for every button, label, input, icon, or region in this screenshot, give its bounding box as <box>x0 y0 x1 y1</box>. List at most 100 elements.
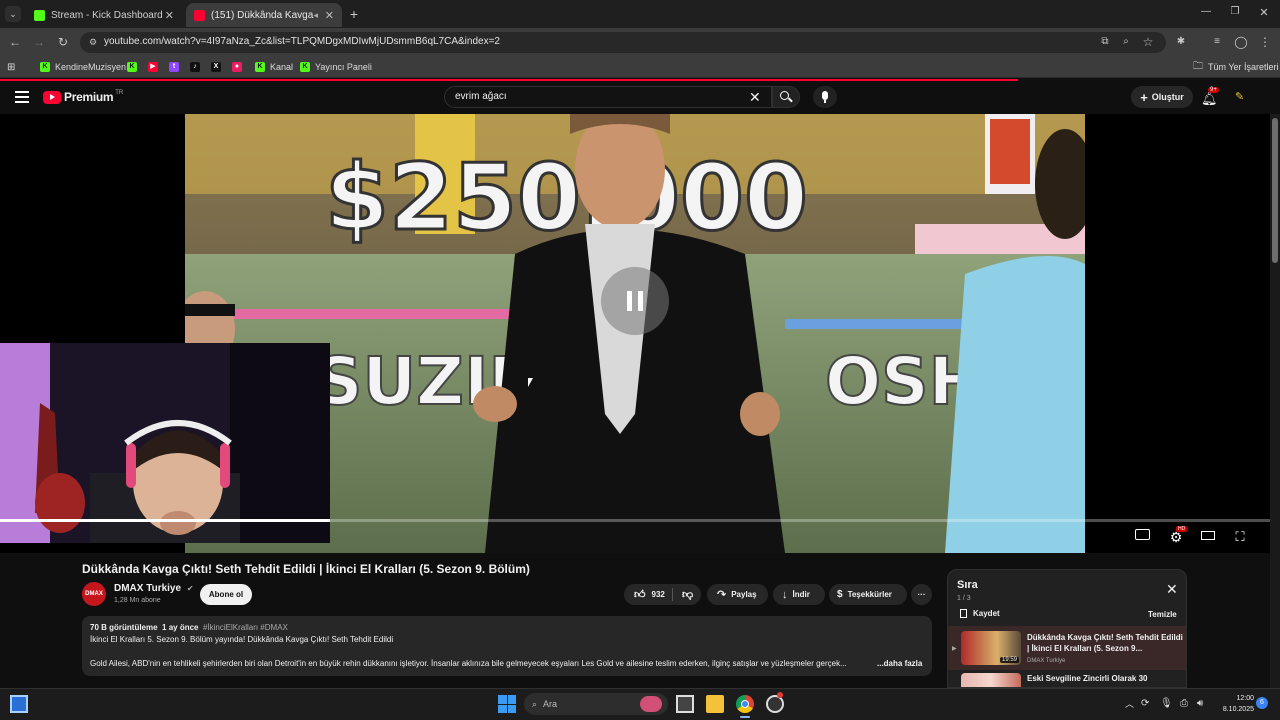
avatar[interactable]: ✎ <box>1235 90 1251 106</box>
bookmark-yayinci-paneli[interactable]: K Yayıncı Paneli <box>300 59 372 75</box>
thumbs-down-icon[interactable]: 👎︎ <box>682 588 693 601</box>
youtube-icon: ▶ <box>148 62 158 72</box>
menu-icon[interactable]: ⋮ <box>1257 34 1273 50</box>
tab-kick-dashboard[interactable]: Stream - Kick Dashboard ✕ <box>26 3 182 27</box>
site-info-icon[interactable]: ⚙ <box>85 34 101 50</box>
thanks-button[interactable]: $ Teşekkürler <box>829 584 907 605</box>
share-icon: ↷ <box>717 589 727 601</box>
tray-overflow-icon[interactable]: ︿ <box>1125 697 1134 710</box>
clear-search-icon[interactable]: ✕ <box>749 89 761 106</box>
clock[interactable]: 12:00 8.10.2025 <box>1214 693 1254 715</box>
bookmark-star-icon[interactable]: ☆ <box>1140 34 1156 50</box>
queue-item[interactable]: Eski Sevgiline Zincirli Olarak 30 <box>961 673 1185 687</box>
maximize-icon[interactable]: ❐ <box>1227 6 1243 22</box>
start-icon[interactable] <box>498 695 516 713</box>
bookmark-icon <box>960 609 967 618</box>
close-window-icon[interactable]: ✕ <box>1256 6 1272 22</box>
task-view-icon[interactable] <box>676 695 694 713</box>
subtitles-icon[interactable] <box>1133 529 1151 545</box>
zoom-icon[interactable]: ⌕ <box>1118 34 1134 50</box>
mute-icon[interactable]: ◂ <box>313 10 318 21</box>
forward-icon[interactable]: → <box>31 34 47 50</box>
notifications-button[interactable]: 🔔︎ 9+ <box>1201 87 1219 106</box>
all-bookmarks[interactable]: 🗀 Tüm Yer İşaretleri <box>1193 59 1279 75</box>
like-button[interactable]: 👍︎ 932 👎︎ <box>624 584 701 605</box>
subscribe-button[interactable]: Abone ol <box>200 584 252 605</box>
plus-icon: + <box>1140 89 1148 105</box>
more-actions-button[interactable]: ··· <box>911 584 932 605</box>
theater-mode-icon[interactable] <box>1199 529 1217 545</box>
download-button[interactable]: ↓ İndir <box>773 584 825 605</box>
taskbar-search[interactable]: ⌕ Ara <box>524 693 668 715</box>
kick-icon: K <box>255 62 265 72</box>
bookmark-kendinemuzisyen[interactable]: K KendineMuzisyen <box>40 59 126 75</box>
clear-queue-button[interactable]: Temizle <box>1148 610 1177 619</box>
media-icon[interactable]: ≡ <box>1209 34 1225 50</box>
file-explorer-icon[interactable] <box>706 695 724 713</box>
search-icon: ⌕ <box>532 698 538 709</box>
scrollbar-thumb[interactable] <box>1272 118 1278 263</box>
extensions-icon[interactable]: ✱ <box>1173 34 1189 50</box>
apps-icon[interactable]: ⊞ <box>7 59 15 75</box>
browser-tab-bar: ⌄ Stream - Kick Dashboard ✕ (151) Dükkân… <box>0 0 1280 28</box>
webcam-overlay <box>0 343 330 543</box>
tiktok-icon: ♪ <box>190 62 200 72</box>
bookmark-kick[interactable]: K <box>127 59 142 75</box>
pause-button[interactable] <box>601 267 669 335</box>
share-button[interactable]: ↷ Paylaş <box>707 584 768 605</box>
bookmark-tiktok[interactable]: ♪ <box>190 59 205 75</box>
app-icon: ● <box>232 62 242 72</box>
new-tab-button[interactable]: + <box>346 6 362 22</box>
install-icon[interactable]: ⧉ <box>1097 34 1113 50</box>
queue-item[interactable]: 19:59 Dükkânda Kavga Çıktı! Seth Tehdit … <box>961 631 1185 665</box>
tray-icon-2[interactable]: 🎙︎ <box>1160 698 1173 709</box>
tray-icon-1[interactable]: ⟳ <box>1141 698 1149 709</box>
bookmark-other[interactable]: ● <box>232 59 247 75</box>
youtube-logo[interactable]: Premium TR <box>43 90 123 104</box>
voice-search-button[interactable] <box>813 86 837 108</box>
chrome-active-indicator <box>740 716 750 718</box>
create-button[interactable]: + Oluştur <box>1131 86 1193 108</box>
channel-avatar[interactable]: DMAX <box>82 582 106 606</box>
chrome-icon[interactable] <box>736 695 754 713</box>
search-button[interactable] <box>772 86 800 108</box>
volume-icon[interactable]: 🔊︎ <box>1197 698 1203 709</box>
queue-position: 1 / 3 <box>957 595 971 602</box>
fullscreen-icon[interactable]: ⛶ <box>1231 529 1249 545</box>
queue-item-title: Dükkânda Kavga Çıktı! Seth Tehdit Edildi… <box>1027 633 1183 653</box>
show-more-link[interactable]: ...daha fazla <box>874 659 923 668</box>
bookmark-kanal[interactable]: K Kanal <box>255 59 293 75</box>
pause-icon <box>627 291 632 311</box>
bookmark-twitch[interactable]: t <box>169 59 184 75</box>
microphone-icon <box>822 91 828 100</box>
bookmark-x[interactable]: X <box>211 59 226 75</box>
now-playing-icon: ▶ <box>952 646 957 652</box>
save-queue-button[interactable]: Kaydet <box>960 609 1000 618</box>
close-icon[interactable]: ✕ <box>165 9 174 22</box>
tab-youtube[interactable]: (151) Dükkânda Kavga Çıktı ◂ ✕ <box>186 3 342 27</box>
download-icon: ↓ <box>782 588 788 601</box>
back-icon[interactable]: ← <box>7 34 23 50</box>
hamburger-menu-icon[interactable] <box>15 91 29 103</box>
obs-icon[interactable] <box>766 692 784 713</box>
hd-badge: HD <box>1176 526 1188 532</box>
queue-thumbnail: 19:59 <box>961 631 1021 665</box>
description-line-1: İkinci El Kralları 5. Sezon 9. Bölüm yay… <box>90 635 394 644</box>
channel-name[interactable]: DMAX Turkiye ✔ <box>114 583 194 594</box>
url-text: youtube.com/watch?v=4I97aNza_Zc&list=TLP… <box>104 36 500 47</box>
bookmark-youtube[interactable]: ▶ <box>148 59 163 75</box>
notification-center-badge[interactable]: 6 <box>1256 697 1268 709</box>
widgets-icon[interactable] <box>10 695 28 713</box>
close-icon[interactable]: ✕ <box>325 9 334 22</box>
minimize-icon[interactable]: — <box>1198 6 1214 22</box>
tray-icon-3[interactable]: ⎙ <box>1180 698 1188 709</box>
profile-icon[interactable]: ◯ <box>1233 34 1249 50</box>
tab-title: Stream - Kick Dashboard <box>51 9 163 21</box>
tab-search-button[interactable]: ⌄ <box>5 6 21 22</box>
reload-icon[interactable]: ↻ <box>55 34 71 50</box>
settings-icon[interactable]: ⚙ HD <box>1167 526 1188 545</box>
kick-icon: K <box>127 62 137 72</box>
kick-icon: K <box>40 62 50 72</box>
youtube-icon <box>194 9 205 21</box>
close-queue-icon[interactable]: ✕ <box>1166 581 1178 598</box>
